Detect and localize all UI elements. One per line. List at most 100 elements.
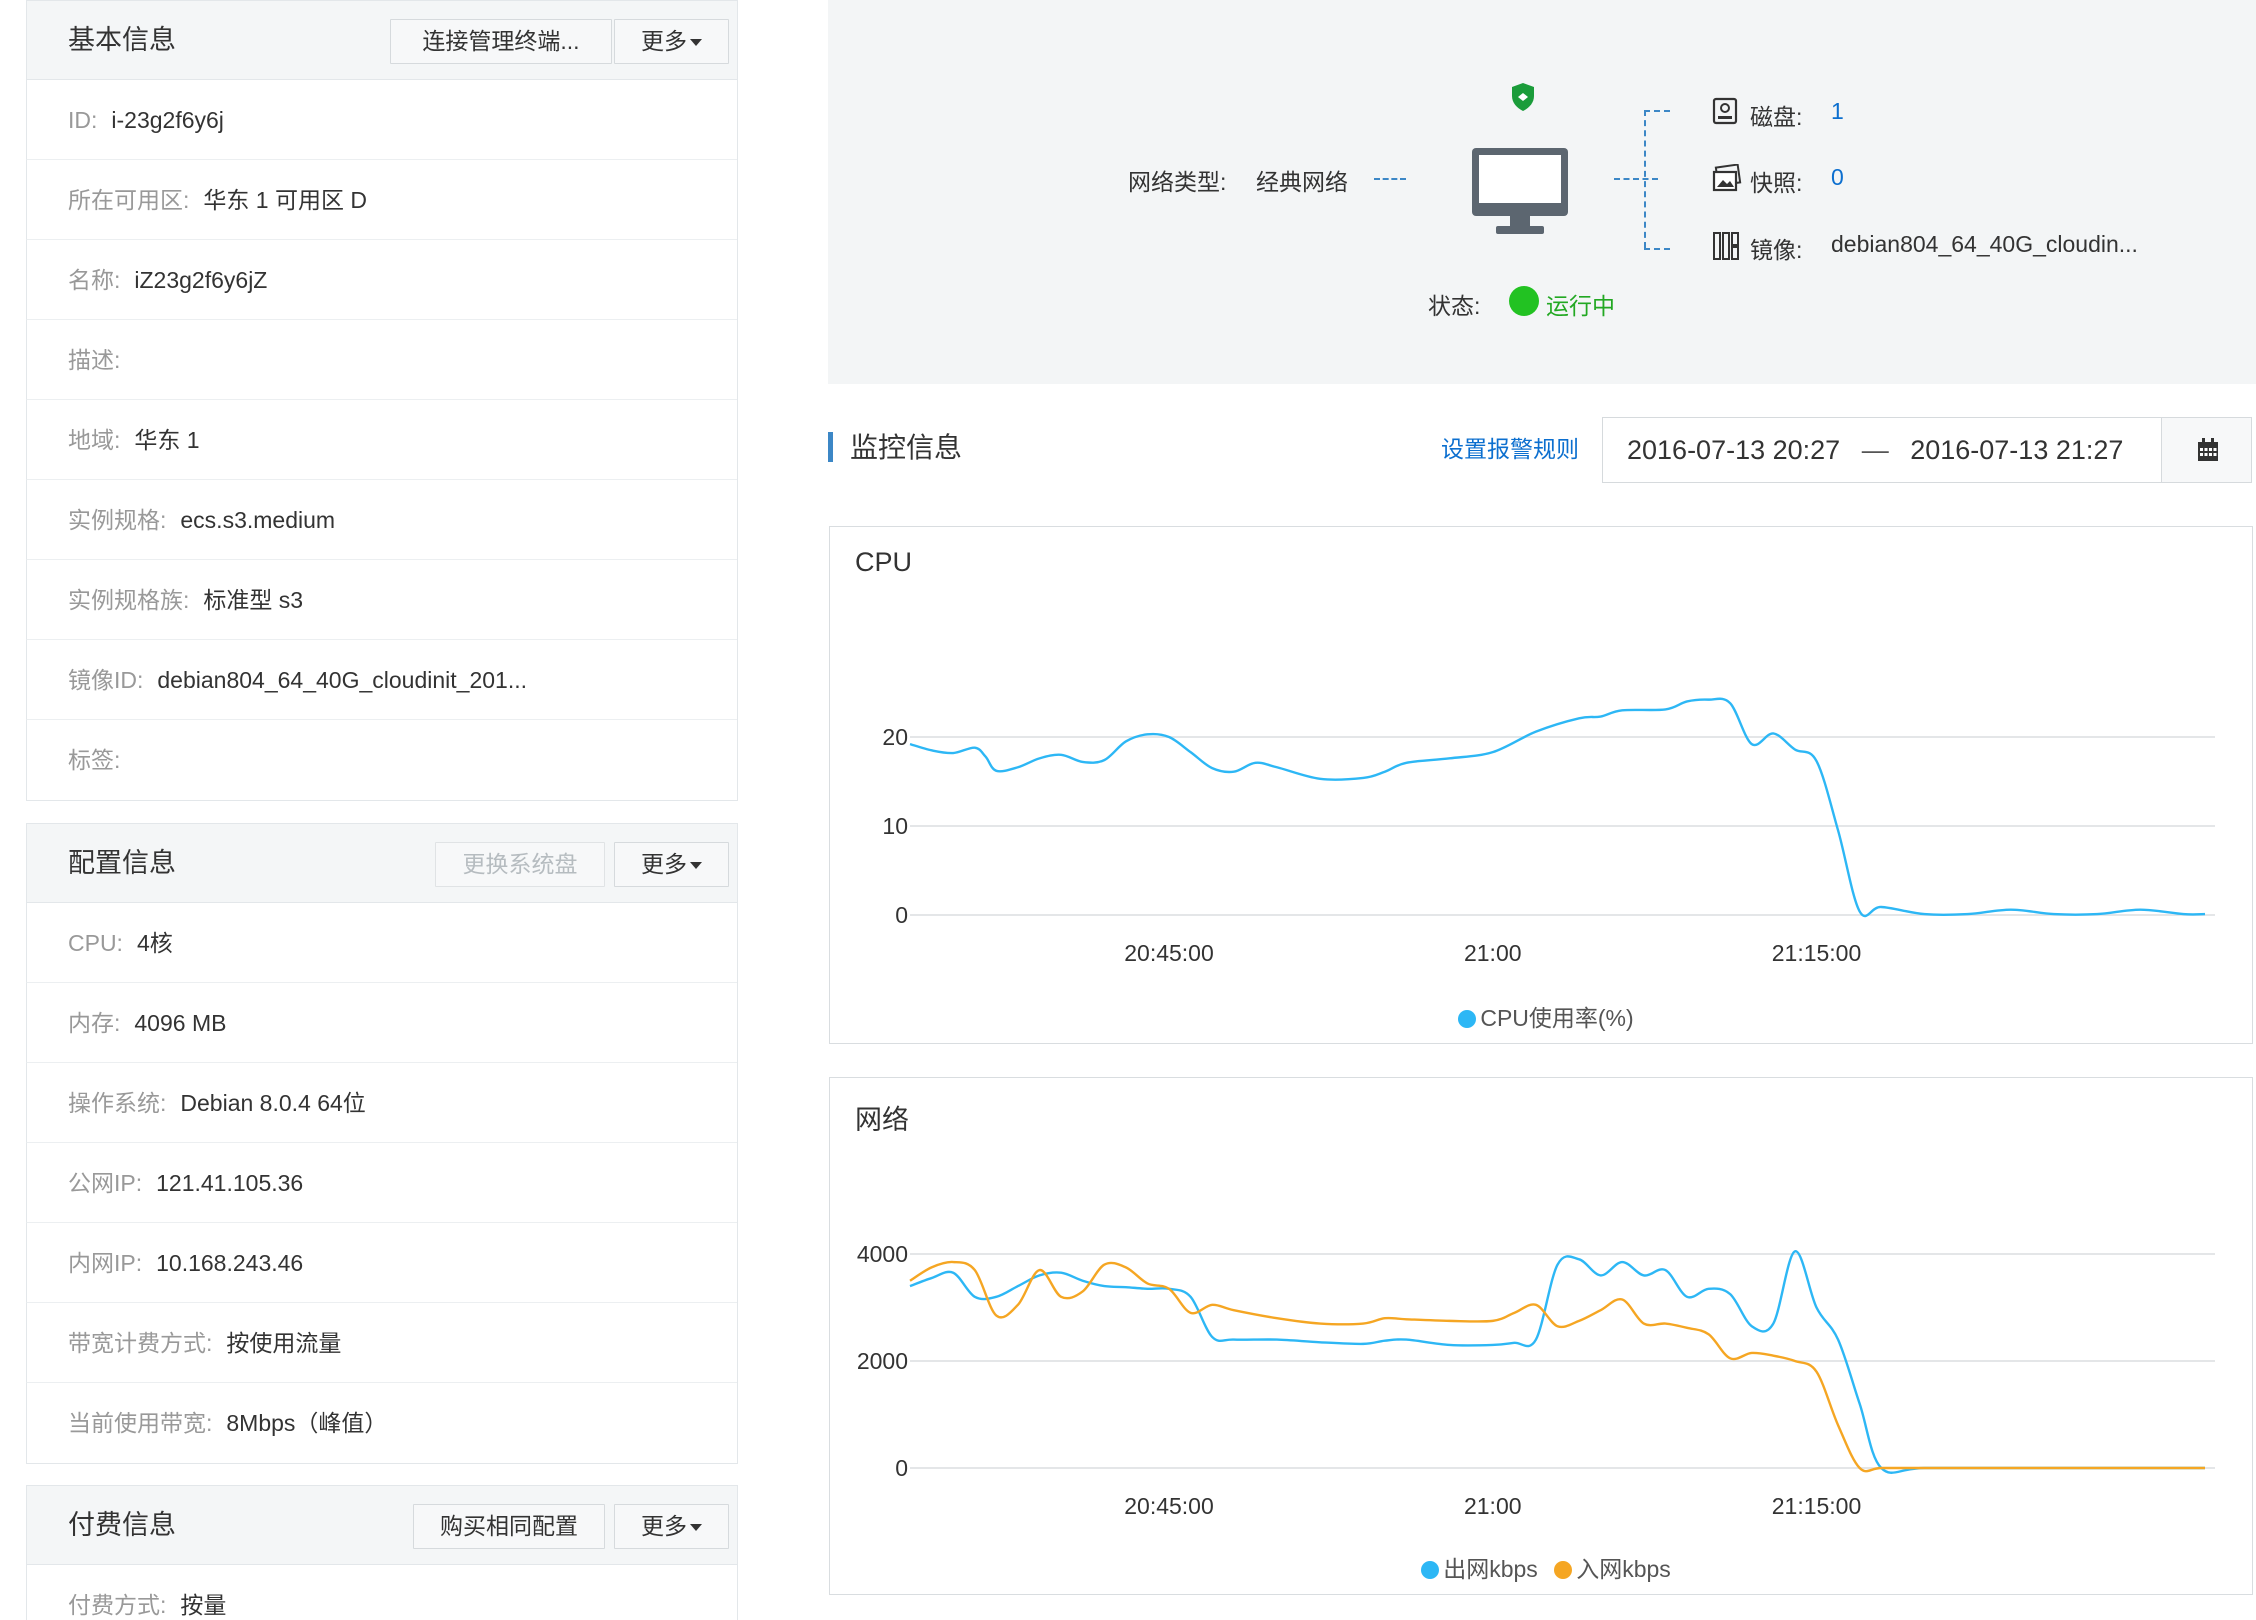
resource-connector-image: [1644, 248, 1670, 250]
instance-monitor-icon: [1472, 148, 1568, 234]
legend-dot-cpu: [1458, 1010, 1477, 1028]
config-info-row-label: 当前使用带宽:: [68, 1410, 213, 1436]
x-tick-label: 21:00: [1464, 1493, 1522, 1519]
time-range-picker[interactable]: 2016-07-13 20:27 — 2016-07-13 21:27: [1602, 417, 2252, 483]
config-more-label: 更多: [641, 851, 687, 877]
billing-info-row-value: 按量: [180, 1592, 227, 1618]
config-info-row: 当前使用带宽: 8Mbps（峰值）: [26, 1383, 737, 1463]
image-icon: [1713, 232, 1739, 260]
legend-label-out: 出网kbps: [1443, 1556, 1538, 1582]
basic-info-row-label: 描述:: [68, 347, 121, 373]
network-connector: [1374, 178, 1406, 180]
config-info-row: 操作系统: Debian 8.0.4 64位: [26, 1063, 737, 1143]
config-info-row: 内存: 4096 MB: [26, 983, 737, 1063]
x-tick-label: 21:15:00: [1772, 1493, 1862, 1519]
caret-down-icon: [690, 39, 702, 47]
basic-info-row-value: ecs.s3.medium: [180, 507, 336, 533]
basic-info-row-label: 所在可用区:: [68, 187, 190, 213]
basic-info-row-value: i-23g2f6y6j: [111, 107, 224, 133]
basic-info-row-value: iZ23g2f6y6jZ: [134, 267, 268, 293]
basic-info-row-value: 标准型 s3: [203, 587, 304, 613]
y-tick-label: 0: [895, 902, 908, 928]
basic-info-row-label: 名称:: [68, 267, 121, 293]
image-value: debian804_64_40G_cloudin...: [1831, 231, 2138, 257]
config-info-rows: CPU: 4核内存: 4096 MB 操作系统: Debian 8.0.4 64位公网I…: [26, 903, 737, 1463]
snapshot-count-link[interactable]: 0: [1831, 164, 1844, 191]
config-info-row-value: 8Mbps（峰值）: [226, 1410, 388, 1436]
snapshot-icon: [1712, 164, 1742, 192]
config-more-button[interactable]: 更多: [614, 842, 729, 887]
billing-info-panel: 付费信息 购买相同配置 更多 付费方式: 按量: [26, 1485, 738, 1620]
calendar-icon: [2198, 438, 2218, 461]
basic-info-row-label: 镜像ID:: [68, 667, 144, 693]
basic-info-row-label: 实例规格族:: [68, 587, 190, 613]
basic-info-row: 名称: iZ23g2f6y6jZ: [26, 240, 737, 320]
snapshot-label: 快照:: [1750, 170, 1803, 196]
basic-info-row: 地域: 华东 1: [26, 400, 737, 480]
status-running-dot: [1509, 286, 1539, 316]
change-system-disk-label: 更换系统盘: [462, 851, 578, 877]
config-info-row-label: 公网IP:: [68, 1170, 143, 1196]
config-info-title: 配置信息: [68, 848, 176, 878]
network-chart: 网络 0 2000 4000 20:45:00 21:00 21:15:00 出网kbps…: [829, 1077, 2253, 1595]
basic-info-row-value: 华东 1 可用区 D: [203, 187, 367, 213]
config-info-row-label: 操作系统:: [68, 1090, 167, 1116]
basic-info-row: ID: i-23g2f6y6j: [26, 80, 737, 160]
calendar-button[interactable]: [2161, 418, 2251, 482]
disk-count-link[interactable]: 1: [1831, 98, 1844, 125]
y-tick-label: 0: [895, 1455, 908, 1481]
legend-dot-in: [1554, 1561, 1573, 1579]
caret-down-icon: [690, 1524, 702, 1532]
y-tick-label: 20: [882, 724, 908, 750]
basic-info-row-label: 地域:: [68, 427, 121, 453]
monitor-title: 监控信息: [850, 432, 963, 463]
x-tick-label: 21:15:00: [1772, 940, 1862, 966]
basic-info-row-label: ID:: [68, 107, 98, 133]
cpu-chart-legend: CPU使用率(%): [830, 999, 2252, 1033]
x-tick-label: 20:45:00: [1124, 940, 1214, 966]
basic-info-rows: ID: i-23g2f6y6j 所在可用区: 华东 1 可用区 D 名称: iZ23g2f…: [26, 80, 737, 800]
cpu-chart: CPU 0 10 20 20:45:00 21:00 21:15:00 CPU使用率(%): [829, 526, 2253, 1044]
range-end: 2016-07-13 21:27: [1910, 435, 2124, 465]
instance-topology: 网络类型: 经典网络 磁盘: 1 快照: 0 镜像: debian804_64_…: [828, 0, 2256, 384]
basic-info-title: 基本信息: [68, 25, 176, 55]
range-start: 2016-07-13 20:27: [1627, 435, 1841, 465]
billing-info-row: 付费方式: 按量: [26, 1565, 737, 1620]
billing-more-label: 更多: [641, 1513, 687, 1539]
billing-info-title: 付费信息: [68, 1510, 176, 1540]
config-info-header: 配置信息 更换系统盘 更多: [26, 824, 737, 903]
config-info-row: 带宽计费方式: 按使用流量: [26, 1303, 737, 1383]
config-info-row-label: CPU:: [68, 930, 123, 956]
legend-dot-out: [1421, 1561, 1440, 1579]
status-value: 运行中: [1546, 293, 1615, 319]
disk-label: 磁盘:: [1750, 104, 1803, 130]
config-info-row-value: 4096 MB: [134, 1010, 227, 1036]
billing-more-button[interactable]: 更多: [614, 1504, 729, 1549]
config-info-panel: 配置信息 更换系统盘 更多 CPU: 4核内存: 4096 MB 操作系统: Debia…: [26, 823, 738, 1464]
config-info-row-value: 4核: [136, 930, 173, 956]
basic-info-row: 描述:: [26, 320, 737, 400]
time-range-text: 2016-07-13 20:27 — 2016-07-13 21:27: [1627, 418, 2123, 482]
buy-same-config-button[interactable]: 购买相同配置: [413, 1504, 605, 1549]
basic-info-row: 实例规格: ecs.s3.medium: [26, 480, 737, 560]
legend-label-in: 入网kbps: [1576, 1556, 1671, 1582]
set-alarm-rule-link[interactable]: 设置报警规则: [1441, 430, 1579, 464]
y-tick-label: 4000: [857, 1241, 908, 1267]
config-info-row-value: 121.41.105.36: [156, 1170, 304, 1196]
config-info-row-label: 内存:: [68, 1010, 121, 1036]
connect-terminal-button[interactable]: 连接管理终端...: [390, 19, 612, 64]
basic-info-row-value: 华东 1: [134, 427, 200, 453]
basic-info-row-label: 标签:: [68, 747, 121, 773]
range-separator: —: [1861, 435, 1889, 465]
monitor-section-marker: [828, 432, 833, 462]
security-shield-icon: [1512, 83, 1534, 111]
y-tick-label: 2000: [857, 1348, 908, 1374]
basic-info-row: 实例规格族: 标准型 s3: [26, 560, 737, 640]
change-system-disk-button[interactable]: 更换系统盘: [435, 842, 605, 887]
basic-more-button[interactable]: 更多: [614, 19, 729, 64]
buy-same-config-label: 购买相同配置: [440, 1513, 578, 1539]
config-info-row: CPU: 4核: [26, 903, 737, 983]
x-tick-label: 21:00: [1464, 940, 1522, 966]
basic-info-row: 所在可用区: 华东 1 可用区 D: [26, 160, 737, 240]
status-label: 状态:: [1428, 293, 1481, 319]
